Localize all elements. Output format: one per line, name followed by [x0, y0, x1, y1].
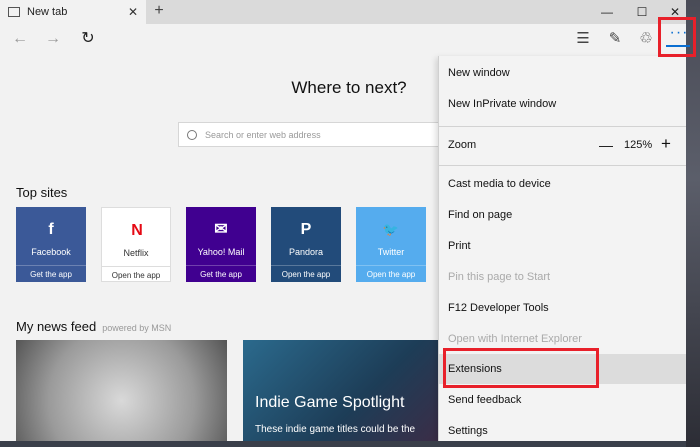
- twitter-icon: 🐦: [382, 222, 400, 237]
- tile-netflix[interactable]: N Netflix Open the app: [101, 207, 171, 282]
- tile-name: Netflix: [123, 248, 149, 258]
- menu-print[interactable]: Print: [439, 231, 686, 261]
- back-button[interactable]: ←: [9, 28, 31, 50]
- tab-new-tab[interactable]: New tab ✕: [0, 0, 146, 24]
- extensions-highlight-box: [443, 348, 599, 388]
- search-placeholder: Search or enter web address: [205, 129, 321, 140]
- more-icon: ···: [669, 24, 689, 41]
- tile-action[interactable]: Get the app: [186, 265, 256, 282]
- facebook-icon: f: [48, 221, 54, 238]
- menu-cast-media[interactable]: Cast media to device: [439, 169, 686, 199]
- share-icon[interactable]: ♲: [634, 28, 658, 50]
- minimize-button[interactable]: —: [590, 0, 624, 24]
- tile-facebook[interactable]: f Facebook Get the app: [16, 207, 86, 282]
- tile-yahoo-mail[interactable]: ✉ Yahoo! Mail Get the app: [186, 207, 256, 282]
- news-headline: Indie Game Spotlight: [255, 394, 405, 411]
- menu-settings[interactable]: Settings: [439, 416, 686, 441]
- menu-send-feedback[interactable]: Send feedback: [439, 385, 686, 415]
- tile-action[interactable]: Open the app: [102, 266, 170, 283]
- menu-zoom: Zoom — 125% +: [439, 130, 686, 160]
- netflix-icon: N: [131, 222, 143, 239]
- menu-new-window[interactable]: New window: [439, 58, 686, 88]
- menu-divider: [439, 126, 686, 127]
- zoom-in-button[interactable]: +: [661, 129, 671, 159]
- more-actions-button[interactable]: ···: [658, 17, 696, 57]
- top-sites-grid: f Facebook Get the app N Netflix Open th…: [16, 207, 426, 282]
- pandora-icon: P: [300, 221, 312, 238]
- tab-bar: New tab ✕ + — ☐ ✕: [0, 0, 686, 24]
- active-indicator: [666, 45, 690, 47]
- refresh-button[interactable]: ↻: [77, 28, 99, 50]
- news-feed-label: My news feed: [16, 319, 97, 334]
- news-card-indie[interactable]: Indie Game Spotlight These indie game ti…: [243, 340, 438, 441]
- menu-new-inprivate-window[interactable]: New InPrivate window: [439, 89, 686, 119]
- maximize-button[interactable]: ☐: [625, 0, 659, 24]
- menu-divider: [439, 165, 686, 166]
- news-powered-by: powered by MSN: [102, 323, 172, 333]
- desktop-background: [686, 0, 700, 447]
- tile-name: Twitter: [377, 247, 405, 257]
- web-note-icon[interactable]: ✎: [603, 28, 627, 50]
- tile-action[interactable]: Get the app: [16, 265, 86, 282]
- tile-name: Yahoo! Mail: [197, 247, 245, 257]
- close-tab-icon[interactable]: ✕: [128, 5, 138, 19]
- menu-developer-tools[interactable]: F12 Developer Tools: [439, 293, 686, 323]
- hub-icon[interactable]: ☰: [571, 28, 595, 50]
- navigation-bar: ← → ↻ ☰ ✎ ♲: [0, 24, 686, 54]
- tile-twitter[interactable]: 🐦 Twitter Open the app: [356, 207, 426, 282]
- tab-title: New tab: [27, 6, 68, 18]
- forward-button[interactable]: →: [42, 28, 64, 50]
- zoom-out-button[interactable]: —: [599, 130, 613, 160]
- page-icon: [8, 7, 20, 17]
- search-icon: [187, 129, 197, 140]
- zoom-level: 125%: [624, 139, 653, 151]
- tile-action[interactable]: Open the app: [356, 265, 426, 282]
- tile-name: Facebook: [31, 247, 71, 257]
- zoom-label: Zoom: [448, 139, 477, 151]
- top-sites-title: Top sites: [16, 185, 68, 200]
- menu-find-on-page[interactable]: Find on page: [439, 200, 686, 230]
- news-feed-title: My news feed powered by MSN: [16, 319, 171, 334]
- new-tab-button[interactable]: +: [150, 2, 168, 20]
- tile-pandora[interactable]: P Pandora Open the app: [271, 207, 341, 282]
- tile-name: Pandora: [288, 247, 324, 257]
- tile-action[interactable]: Open the app: [271, 265, 341, 282]
- menu-pin-to-start: Pin this page to Start: [448, 271, 551, 283]
- news-card-image[interactable]: [16, 340, 227, 441]
- mail-icon: ✉: [214, 221, 228, 238]
- news-summary: These indie game titles could be the: [255, 424, 416, 435]
